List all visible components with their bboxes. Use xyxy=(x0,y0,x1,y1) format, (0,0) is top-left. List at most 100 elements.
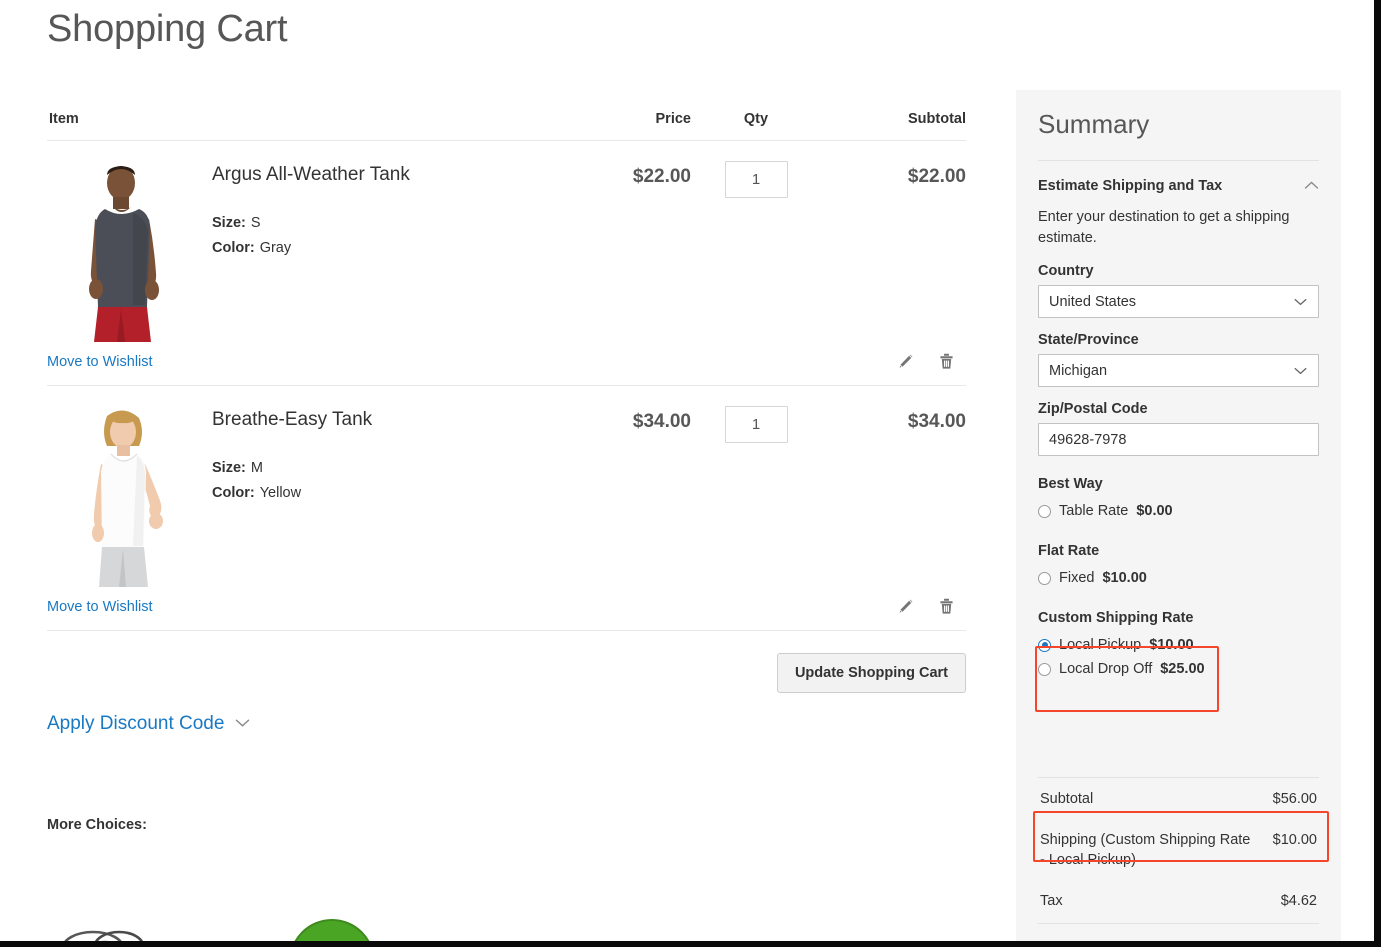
chevron-down-icon xyxy=(1294,298,1307,306)
product-image-argus-all-weather-tank xyxy=(55,157,195,342)
crosssell-item[interactable] xyxy=(770,900,915,941)
page-edge-bottom xyxy=(0,941,1374,947)
cart-item-row: Breathe-Easy Tank Size: M Color: Yellow $3… xyxy=(47,386,966,587)
item-subtotal: $34.00 xyxy=(907,411,966,432)
radio-icon[interactable] xyxy=(1038,662,1051,676)
zip-input-value: 49628-7978 xyxy=(1049,431,1127,448)
shipping-option-name: Local Pickup xyxy=(1059,637,1142,653)
tax-value: $4.62 xyxy=(1280,893,1317,909)
item-action-icons xyxy=(896,352,966,371)
column-header-price-wrap: Price xyxy=(559,110,691,128)
option-value: S xyxy=(250,215,261,231)
item-subtotal: $22.00 xyxy=(907,166,966,187)
state-select[interactable]: Michigan xyxy=(1038,354,1319,387)
cart-item-actions: Move to Wishlist xyxy=(47,587,966,631)
radio-icon[interactable] xyxy=(1038,504,1051,518)
shipping-option-name: Table Rate xyxy=(1059,503,1129,519)
column-header-qty: Qty xyxy=(743,111,769,127)
shipping-option-table-rate[interactable]: Table Rate $0.00 xyxy=(1038,499,1319,523)
country-select[interactable]: United States xyxy=(1038,285,1319,318)
product-image-breathe-easy-tank xyxy=(55,402,195,587)
product-thumbnail-link[interactable] xyxy=(47,402,212,587)
radio-icon-selected[interactable] xyxy=(1038,638,1051,652)
crosssell-item[interactable] xyxy=(529,900,674,941)
remove-item-button[interactable] xyxy=(937,597,956,616)
carrier-title-custom-shipping-rate: Custom Shipping Rate xyxy=(1038,610,1194,626)
remove-item-button[interactable] xyxy=(937,352,956,371)
apply-discount-code-label: Apply Discount Code xyxy=(47,713,225,734)
column-header-price: Price xyxy=(655,111,691,127)
state-selected-value: Michigan xyxy=(1049,362,1108,379)
column-header-item: Item xyxy=(49,111,79,127)
page-edge-right xyxy=(1374,0,1381,947)
total-row-tax: Tax $4.62 xyxy=(1038,880,1319,924)
item-qty-cell xyxy=(691,157,821,342)
shipping-option-name: Fixed xyxy=(1059,570,1095,586)
shipping-label: Shipping (Custom Shipping Rate - Local P… xyxy=(1040,832,1251,868)
country-label: Country xyxy=(1038,263,1094,279)
radio-icon[interactable] xyxy=(1038,571,1051,585)
cart-table-header: Item Price Qty Subtotal xyxy=(47,110,966,141)
shipping-value: $10.00 xyxy=(1272,832,1317,848)
edit-item-button[interactable] xyxy=(896,352,915,371)
column-header-qty-wrap: Qty xyxy=(691,110,821,128)
subtotal-value: $56.00 xyxy=(1272,791,1317,807)
shipping-option-local-pickup[interactable]: Local Pickup $10.00 xyxy=(1038,633,1319,657)
estimate-shipping-heading: Estimate Shipping and Tax xyxy=(1038,178,1223,194)
option-value: M xyxy=(250,460,263,476)
trash-icon xyxy=(937,352,956,371)
total-row-shipping: Shipping (Custom Shipping Rate - Local P… xyxy=(1038,819,1319,880)
apply-discount-code-toggle[interactable]: Apply Discount Code xyxy=(47,693,966,735)
product-name-link[interactable]: Breathe-Easy Tank xyxy=(212,409,372,430)
page-title: Shopping Cart xyxy=(47,8,288,50)
option-label: Size: xyxy=(212,215,246,231)
product-thumbnail-link[interactable] xyxy=(47,157,212,342)
zip-label: Zip/Postal Code xyxy=(1038,401,1148,417)
chevron-down-icon xyxy=(235,715,250,733)
country-selected-value: United States xyxy=(1049,293,1137,310)
product-name-link[interactable]: Argus All-Weather Tank xyxy=(212,164,410,185)
crosssell-products xyxy=(47,900,966,941)
product-options: Size: S Color: Gray xyxy=(212,211,559,261)
shipping-option-fixed[interactable]: Fixed $10.00 xyxy=(1038,566,1319,590)
shipping-option-price: $10.00 xyxy=(1149,637,1194,653)
move-to-wishlist-link[interactable]: Move to Wishlist xyxy=(47,599,153,615)
column-header-subtotal-wrap: Subtotal xyxy=(821,110,966,128)
product-options: Size: M Color: Yellow xyxy=(212,456,559,506)
option-label: Color: xyxy=(212,485,255,501)
crosssell-item[interactable] xyxy=(47,900,192,941)
qty-input[interactable] xyxy=(724,406,788,443)
update-shopping-cart-button[interactable]: Update Shopping Cart xyxy=(776,653,966,693)
shopping-cart-page: Shopping Cart Item Price Qty Subtotal Ar… xyxy=(0,0,1381,947)
total-row-subtotal: Subtotal $56.00 xyxy=(1038,778,1319,819)
carrier-title-flat-rate: Flat Rate xyxy=(1038,543,1100,559)
chevron-up-icon xyxy=(1304,178,1319,194)
estimate-shipping-and-tax-toggle[interactable]: Estimate Shipping and Tax xyxy=(1038,161,1319,194)
pencil-icon xyxy=(896,352,915,371)
trash-icon xyxy=(937,597,956,616)
option-value: Gray xyxy=(259,240,292,256)
tax-label: Tax xyxy=(1040,893,1063,909)
pencil-icon xyxy=(896,597,915,616)
shipping-option-price: $10.00 xyxy=(1102,570,1147,586)
shipping-option-price: $25.00 xyxy=(1160,661,1205,677)
order-totals: Subtotal $56.00 Shipping (Custom Shippin… xyxy=(1038,777,1319,947)
item-price: $34.00 xyxy=(632,411,691,432)
more-choices-heading: More Choices: xyxy=(47,817,147,833)
product-option-color: Color: Yellow xyxy=(212,481,559,506)
shipping-option-local-drop-off[interactable]: Local Drop Off $25.00 xyxy=(1038,657,1319,681)
cart-item-row: Argus All-Weather Tank Size: S Color: Gray… xyxy=(47,141,966,342)
shipping-option-name: Local Drop Off xyxy=(1059,661,1153,677)
column-header-subtotal: Subtotal xyxy=(908,111,966,127)
crosssell-item[interactable] xyxy=(288,900,433,941)
zip-input-wrap[interactable]: 49628-7978 xyxy=(1038,423,1319,456)
move-to-wishlist-link[interactable]: Move to Wishlist xyxy=(47,354,153,370)
chevron-down-icon xyxy=(1294,367,1307,375)
summary-panel: Summary Estimate Shipping and Tax Enter … xyxy=(1016,90,1341,947)
estimate-hint: Enter your destination to get a shipping… xyxy=(1038,209,1290,246)
shipping-option-price: $0.00 xyxy=(1136,503,1173,519)
item-price: $22.00 xyxy=(632,166,691,187)
edit-item-button[interactable] xyxy=(896,597,915,616)
product-details: Argus All-Weather Tank Size: S Color: Gray xyxy=(212,157,559,342)
qty-input[interactable] xyxy=(724,161,788,198)
